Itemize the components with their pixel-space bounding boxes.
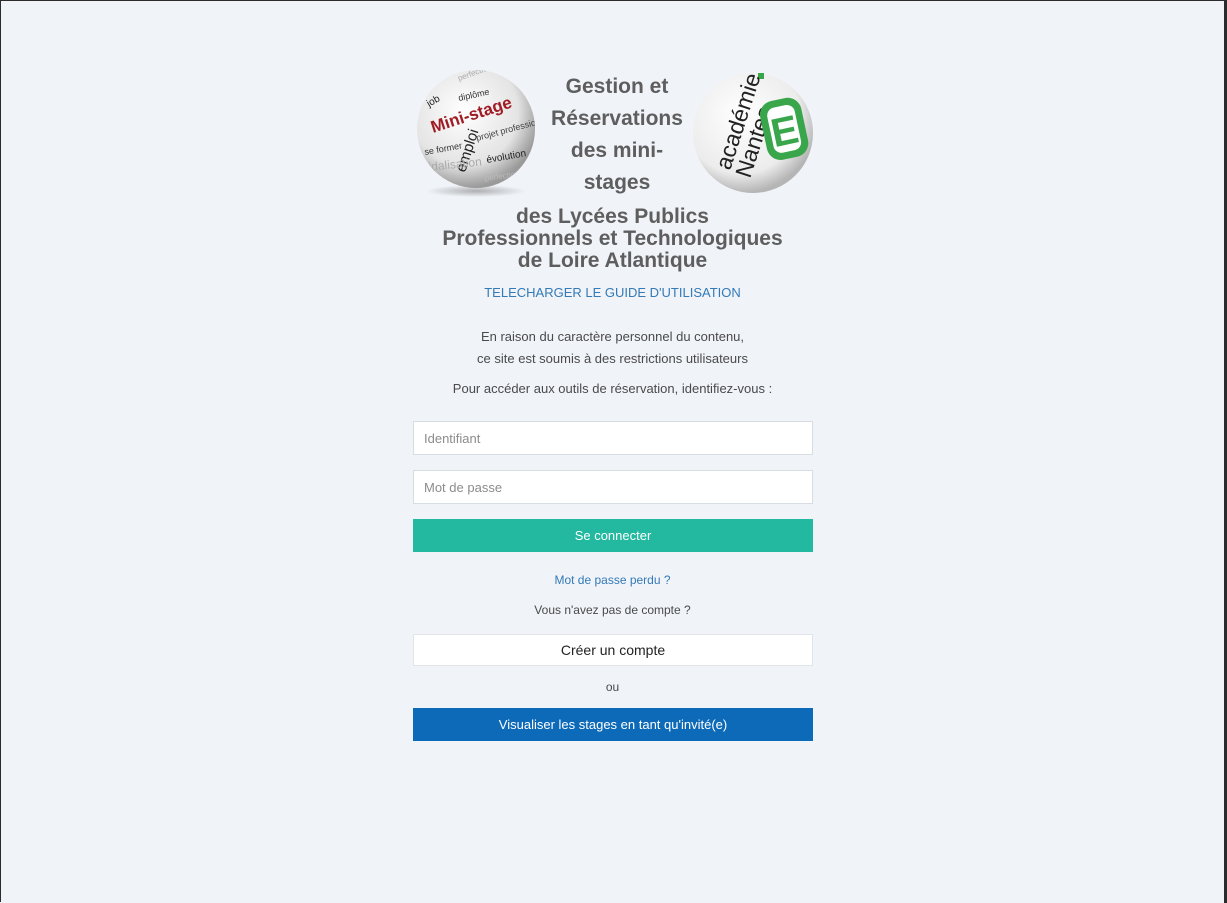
header: perfectionnement job diplôme Mini-stage … xyxy=(412,65,813,205)
app-title: Gestion et Réservations des mini- stages xyxy=(545,71,689,199)
app-title-line: des mini- xyxy=(570,139,664,162)
guest-view-button[interactable]: Visualiser les stages en tant qu'invité(… xyxy=(413,708,813,741)
app-title-line: Réservations xyxy=(551,107,683,130)
app-subtitle-line: des Lycées Publics xyxy=(516,205,709,228)
no-account-text: Vous n'avez pas de compte ? xyxy=(534,603,691,617)
login-prompt: Pour accéder aux outils de réservation, … xyxy=(452,381,773,396)
app-title-line: stages xyxy=(583,171,651,194)
lost-password-link[interactable]: Mot de passe perdu ? xyxy=(412,572,813,588)
username-input[interactable] xyxy=(413,421,813,455)
app-subtitle-line: Professionnels et Technologiques xyxy=(442,227,783,250)
create-account-button[interactable]: Créer un compte xyxy=(413,634,813,666)
app-title-line: Gestion et xyxy=(565,75,669,98)
password-input[interactable] xyxy=(413,470,813,504)
app-subtitle: des Lycées Publics Professionnels et Tec… xyxy=(412,206,813,272)
or-separator: ou xyxy=(605,680,620,694)
download-guide-link[interactable]: TELECHARGER LE GUIDE D'UTILISATION xyxy=(412,285,813,301)
academie-nantes-logo: académie Nantes E xyxy=(693,71,813,193)
restriction-notice-line: En raison du caractère personnel du cont… xyxy=(480,329,745,344)
login-panel: perfectionnement job diplôme Mini-stage … xyxy=(412,65,813,741)
login-button[interactable]: Se connecter xyxy=(413,519,813,552)
app-subtitle-line: de Loire Atlantique xyxy=(517,249,708,272)
restriction-notice: En raison du caractère personnel du cont… xyxy=(412,326,813,370)
restriction-notice-line: ce site est soumis à des restrictions ut… xyxy=(477,351,748,366)
mini-stage-globe-logo: perfectionnement job diplôme Mini-stage … xyxy=(417,70,535,197)
